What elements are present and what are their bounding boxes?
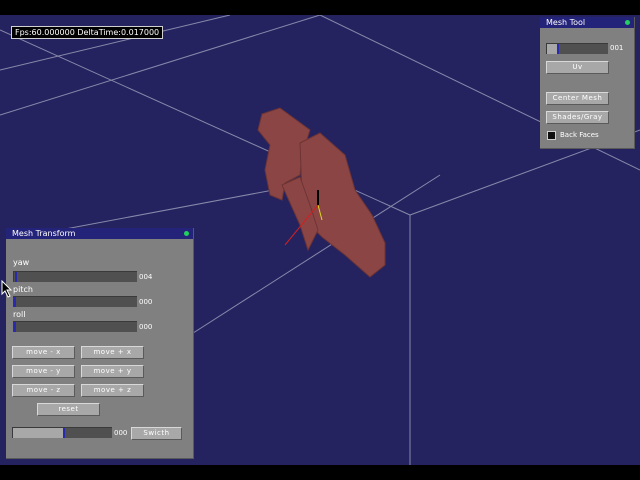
slider-knob[interactable]: [14, 322, 16, 332]
center-mesh-button[interactable]: Center Mesh: [546, 92, 609, 105]
uv-button[interactable]: Uv: [546, 61, 609, 74]
reset-button[interactable]: reset: [37, 403, 100, 416]
slider-fill: [547, 44, 557, 54]
yaw-value: 004: [139, 273, 153, 281]
shades-gray-button[interactable]: Shades/Gray: [546, 111, 609, 124]
roll-label: roll: [13, 310, 26, 319]
status-dot-icon: [184, 231, 189, 236]
mesh-tool-slider[interactable]: [546, 43, 608, 54]
back-faces-checkbox[interactable]: [547, 131, 556, 140]
switch-button[interactable]: Swicth: [131, 427, 182, 440]
slider-knob[interactable]: [557, 44, 559, 54]
pitch-value: 000: [139, 298, 153, 306]
move-minus-y-button[interactable]: move - y: [12, 365, 75, 378]
move-plus-z-button[interactable]: move + z: [81, 384, 144, 397]
arrow-cursor-icon: [1, 280, 13, 298]
move-plus-y-button[interactable]: move + y: [81, 365, 144, 378]
mesh-transform-title: Mesh Transform: [12, 229, 76, 238]
grid-line: [0, 15, 231, 71]
mesh-tool-slider-value: 001: [610, 44, 624, 52]
mesh-tool-panel: Mesh Tool 001 Uv Center Mesh Shades/Gray…: [540, 17, 635, 149]
back-faces-label: Back Faces: [560, 131, 599, 139]
yaw-label: yaw: [13, 258, 30, 267]
status-dot-icon: [625, 20, 630, 25]
move-minus-z-button[interactable]: move - z: [12, 384, 75, 397]
mesh-model: [257, 107, 386, 278]
mesh-tool-title: Mesh Tool: [546, 18, 586, 27]
switch-slider-value: 000: [114, 429, 128, 437]
pitch-slider[interactable]: [13, 296, 137, 307]
roll-value: 000: [139, 323, 153, 331]
mesh-transform-titlebar[interactable]: Mesh Transform: [6, 228, 193, 239]
mesh-transform-panel: Mesh Transform yaw 004 pitch 000 roll 00…: [6, 228, 194, 459]
mesh-tool-titlebar[interactable]: Mesh Tool: [540, 17, 634, 28]
slider-knob[interactable]: [15, 272, 17, 282]
switch-slider[interactable]: [12, 427, 112, 438]
slider-knob[interactable]: [63, 428, 65, 438]
pitch-label: pitch: [13, 285, 33, 294]
slider-knob[interactable]: [14, 297, 16, 307]
grid-line: [59, 184, 301, 231]
move-plus-x-button[interactable]: move + x: [81, 346, 144, 359]
yaw-slider[interactable]: [13, 271, 137, 282]
slider-fill: [13, 428, 63, 438]
fps-status: Fps:60.000000 DeltaTime:0.017000: [11, 26, 164, 39]
move-minus-x-button[interactable]: move - x: [12, 346, 75, 359]
roll-slider[interactable]: [13, 321, 137, 332]
